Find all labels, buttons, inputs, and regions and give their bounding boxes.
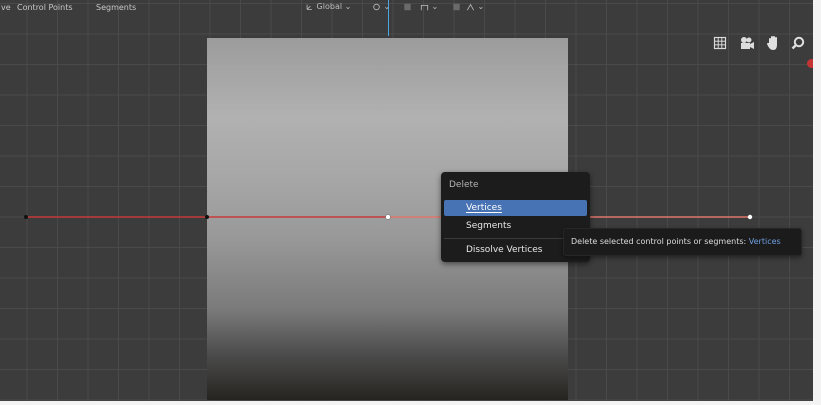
camera-icon [741,37,754,49]
transform-orientation-dropdown[interactable]: Global ⌄ [305,2,351,12]
menu-option-label: Dissolve Vertices [466,245,543,255]
tooltip-text-wrap: Delete selected control points or segmen… [571,229,781,255]
tooltip: Delete selected control points or segmen… [563,228,802,256]
window-edge-right [813,0,821,405]
zoom-view-button[interactable] [787,32,809,54]
toggle-ortho-button[interactable] [709,32,731,54]
grid-icon [713,36,727,50]
control-point [24,215,28,219]
menu-option-label: Vertices [466,203,502,213]
camera-view-button[interactable] [736,32,758,54]
pivot-icon [373,3,380,10]
tooltip-text: Delete selected control points or segmen… [571,237,747,246]
falloff-curve-icon [466,3,475,10]
snap-magnet-icon [404,3,411,10]
delete-menu-title: Delete [449,180,479,190]
viewport-header: ve Control Points Segments Global ⌄ ⌄ ⌄ [0,0,813,13]
snap-target-dropdown[interactable]: ⌄ [420,2,438,12]
menu-view[interactable]: ve [1,3,11,13]
orientation-axes-icon [306,4,312,10]
menu-option-label: Segments [466,221,512,231]
falloff-dropdown[interactable]: ⌄ [466,2,484,12]
window-edge-bottom [0,401,821,405]
tooltip-value: Vertices [748,237,781,246]
hand-icon [767,36,777,50]
menu-control-points[interactable]: Control Points [17,3,73,13]
menu-option-vertices[interactable]: Vertices [444,200,587,216]
pivot-point-dropdown[interactable]: ⌄ [372,2,390,12]
proportional-edit-toggle[interactable] [452,2,461,12]
menu-segments[interactable]: Segments [96,3,136,13]
snap-increment-icon [420,4,429,10]
snap-toggle[interactable] [403,2,412,12]
control-point [205,215,209,219]
pan-view-button[interactable] [762,32,784,54]
control-point-selected [747,214,753,220]
proportional-edit-icon [453,3,460,10]
chevron-down-icon: ⌄ [383,2,391,11]
transform-orientation-label: Global [316,2,343,11]
chevron-down-icon: ⌄ [477,2,485,11]
control-point-selected [385,214,391,220]
chevron-down-icon: ⌄ [431,2,439,11]
bezier-curve[interactable] [0,0,821,405]
zoom-icon [791,36,805,50]
chevron-down-icon: ⌄ [344,2,352,11]
